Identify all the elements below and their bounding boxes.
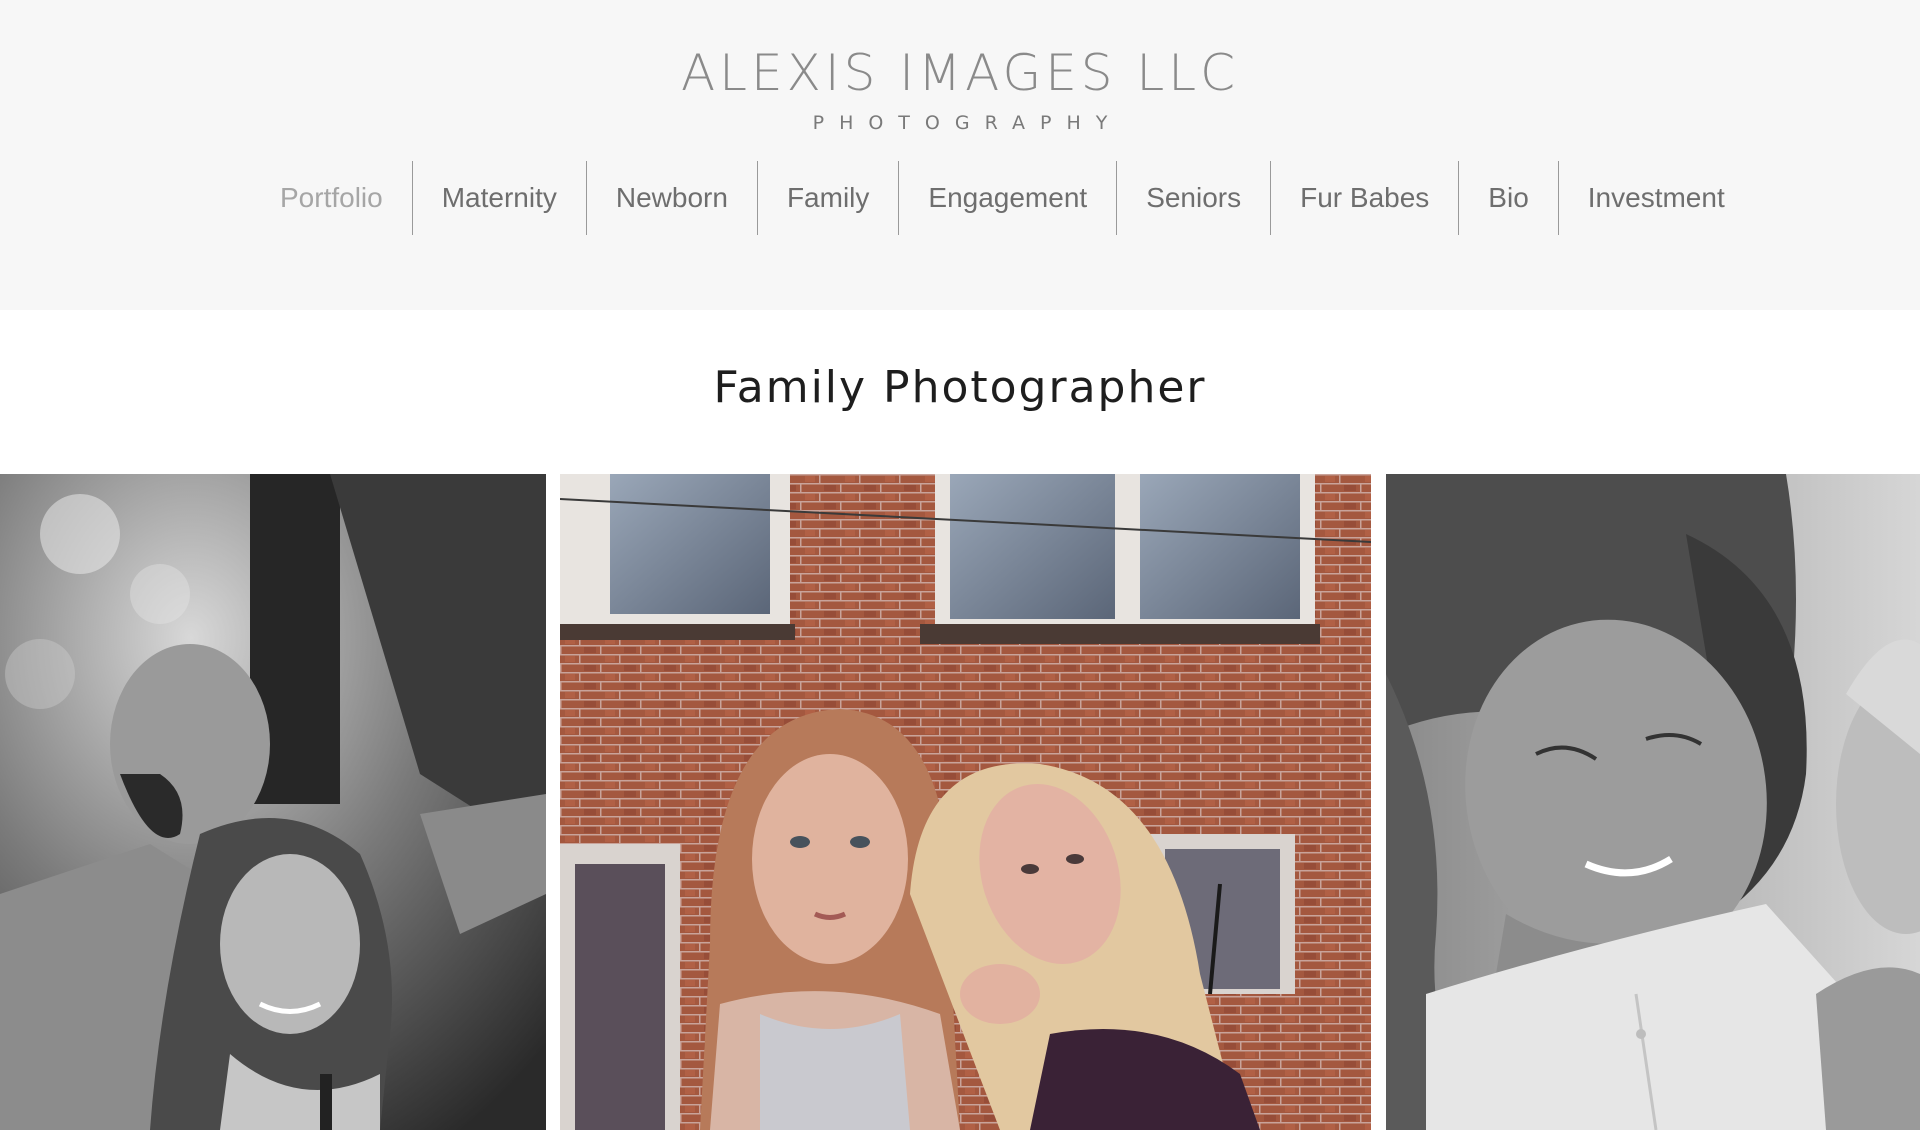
- sisters-photo[interactable]: [560, 474, 1371, 1130]
- nav-item-seniors[interactable]: Seniors: [1116, 161, 1270, 235]
- nav-item-portfolio[interactable]: Portfolio: [251, 161, 412, 235]
- nav-item-maternity[interactable]: Maternity: [411, 161, 586, 235]
- site-subtitle: PHOTOGRAPHY: [812, 112, 1123, 134]
- nav-item-bio[interactable]: Bio: [1458, 161, 1557, 235]
- nav-item-family[interactable]: Family: [756, 161, 898, 235]
- photo-gallery: [0, 474, 1920, 1130]
- main-nav: Portfolio Maternity Newborn Family Engag…: [251, 161, 1754, 235]
- couple-photo[interactable]: [0, 474, 546, 1130]
- site-title[interactable]: ALEXIS IMAGES LLC: [0, 44, 1920, 102]
- nav-item-fur-babes[interactable]: Fur Babes: [1270, 161, 1458, 235]
- mother-child-photo[interactable]: [1386, 474, 1920, 1130]
- nav-item-newborn[interactable]: Newborn: [585, 161, 757, 235]
- site-header: ALEXIS IMAGES LLC PHOTOGRAPHY Portfolio …: [0, 0, 1920, 310]
- nav-item-investment[interactable]: Investment: [1557, 161, 1754, 235]
- page-title: Family Photographer: [713, 362, 1207, 413]
- nav-item-engagement[interactable]: Engagement: [898, 161, 1116, 235]
